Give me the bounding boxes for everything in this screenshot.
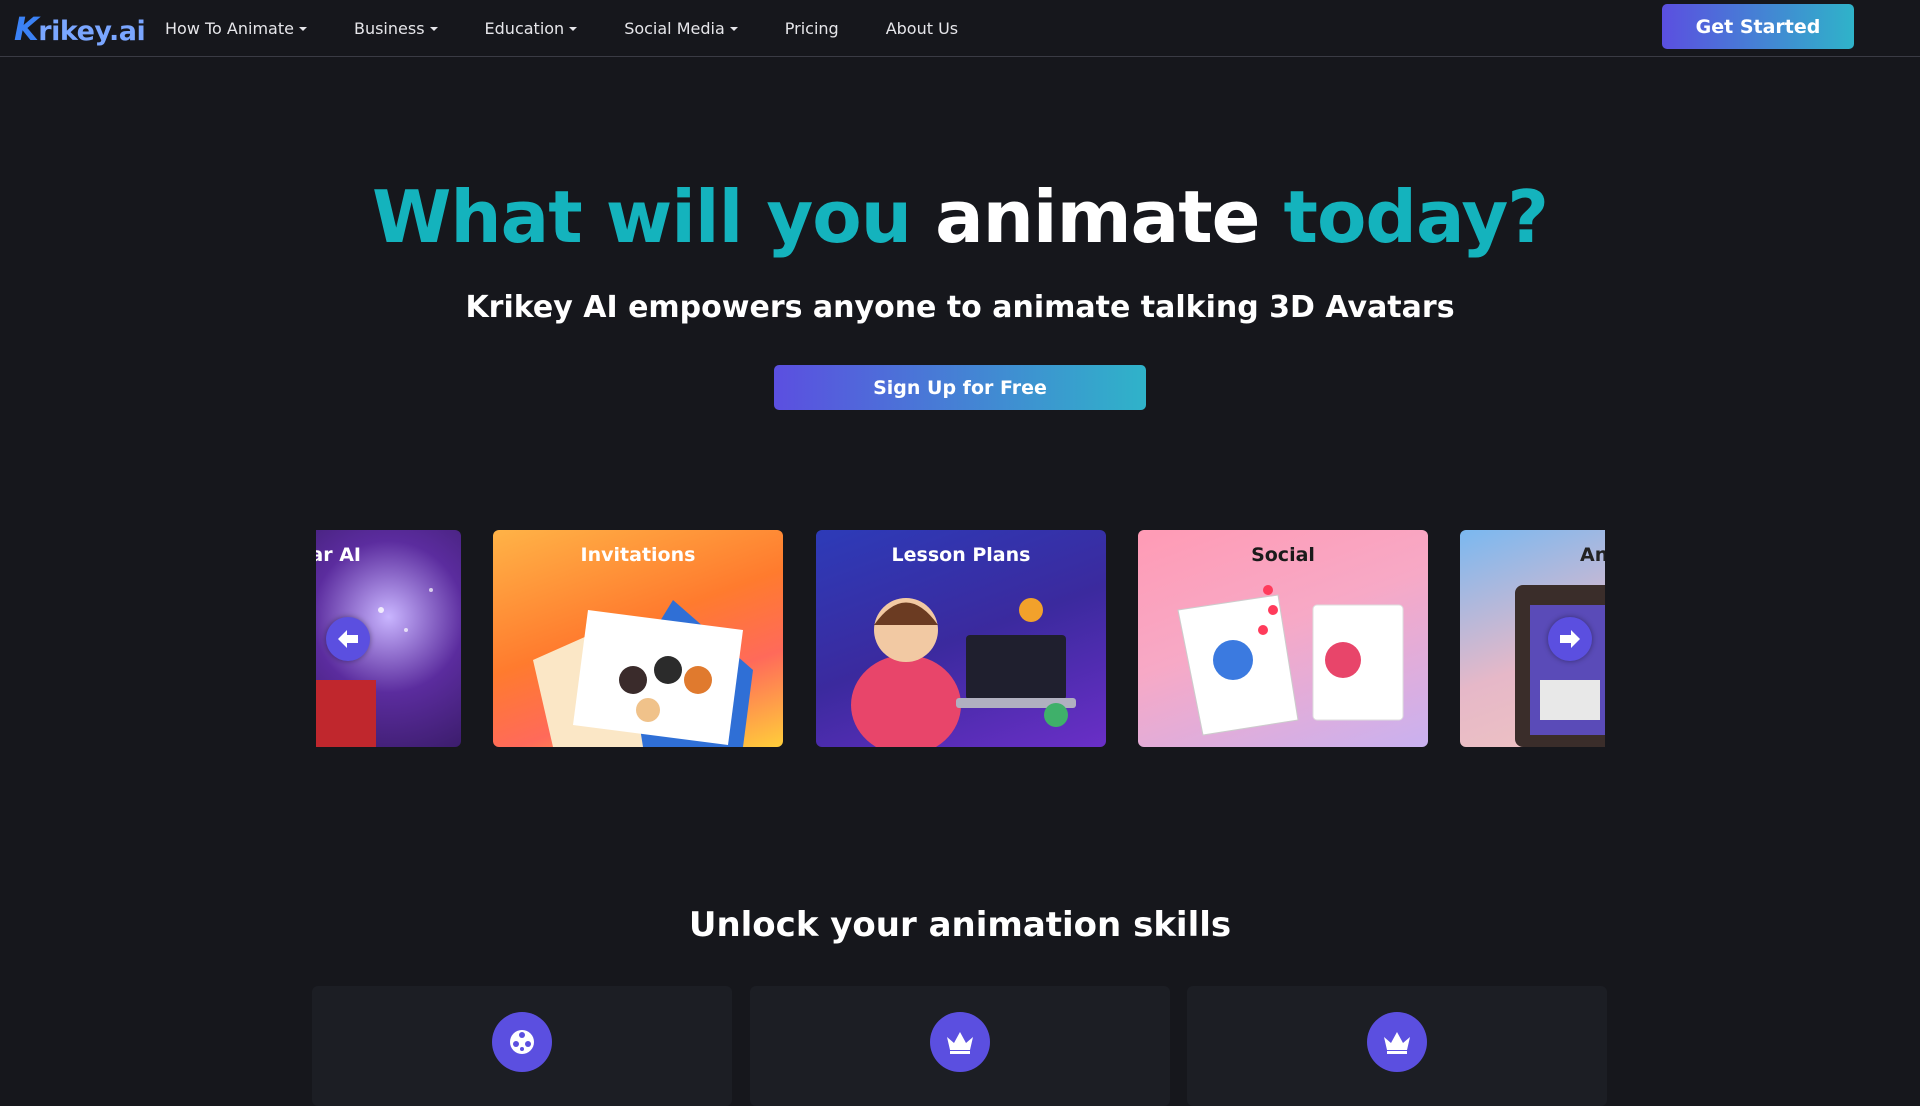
top-navbar: K rikey.ai How To Animate Business Educa… [0,0,1920,57]
carousel-next-button[interactable] [1548,617,1592,661]
arrow-right-icon [1560,630,1580,648]
nav-label: How To Animate [165,19,294,38]
nav-label: About Us [885,19,959,38]
caret-down-icon [569,26,578,31]
arrow-left-icon [338,630,358,648]
carousel-card-lesson-plans[interactable]: Lesson Plans [816,530,1106,747]
caret-down-icon [298,26,307,31]
nav-education[interactable]: Education [485,19,578,38]
krikey-logo[interactable]: K rikey.ai [14,10,146,48]
skill-icon-badge [1367,1012,1427,1072]
card-label: Invitations [580,544,696,566]
hero-subtitle: Krikey AI empowers anyone to animate tal… [465,290,1455,325]
skill-icon-badge [930,1012,990,1072]
nav-label: Business [353,19,425,38]
nav-social-media[interactable]: Social Media [624,19,738,38]
card-label: ar AI [316,544,361,566]
carousel-card-invitations[interactable]: Invitations [493,530,783,747]
skills-section-title: Unlock your animation skills [688,905,1232,945]
skill-card-crown-1[interactable] [750,986,1170,1106]
caret-down-icon [429,26,438,31]
carousel-prev-button[interactable] [326,617,370,661]
main-nav: How To Animate Business Education Social… [165,0,1005,57]
nav-how-to-animate[interactable]: How To Animate [165,19,307,38]
film-reel-icon [510,1030,534,1054]
crown-icon [1384,1032,1410,1054]
get-started-button[interactable]: Get Started [1662,4,1854,49]
hero-title-part1: What will you [371,175,912,259]
logo-k: K [14,10,39,48]
nav-label: Social Media [624,19,725,38]
use-case-carousel: ar AI Invitations Lesson Plans Social An [316,530,1605,747]
logo-text: rikey.ai [38,16,146,47]
hero-title: What will you animate today? [0,175,1920,259]
nav-pricing[interactable]: Pricing [785,19,839,38]
sign-up-free-button[interactable]: Sign Up for Free [774,365,1146,410]
hero-title-part2: animate [935,175,1260,259]
nav-label: Pricing [784,19,839,38]
card-label: Social [1251,544,1315,566]
skill-card-animation[interactable] [312,986,732,1106]
card-label: Lesson Plans [891,544,1031,566]
caret-down-icon [729,26,738,31]
hero-title-part3: today? [1283,175,1549,259]
card-label: An [1580,544,1605,566]
carousel-card-social[interactable]: Social [1138,530,1428,747]
skill-card-crown-2[interactable] [1187,986,1607,1106]
skill-icon-badge [492,1012,552,1072]
crown-icon [947,1032,973,1054]
nav-label: Education [484,19,565,38]
nav-about-us[interactable]: About Us [886,19,958,38]
nav-business[interactable]: Business [354,19,438,38]
